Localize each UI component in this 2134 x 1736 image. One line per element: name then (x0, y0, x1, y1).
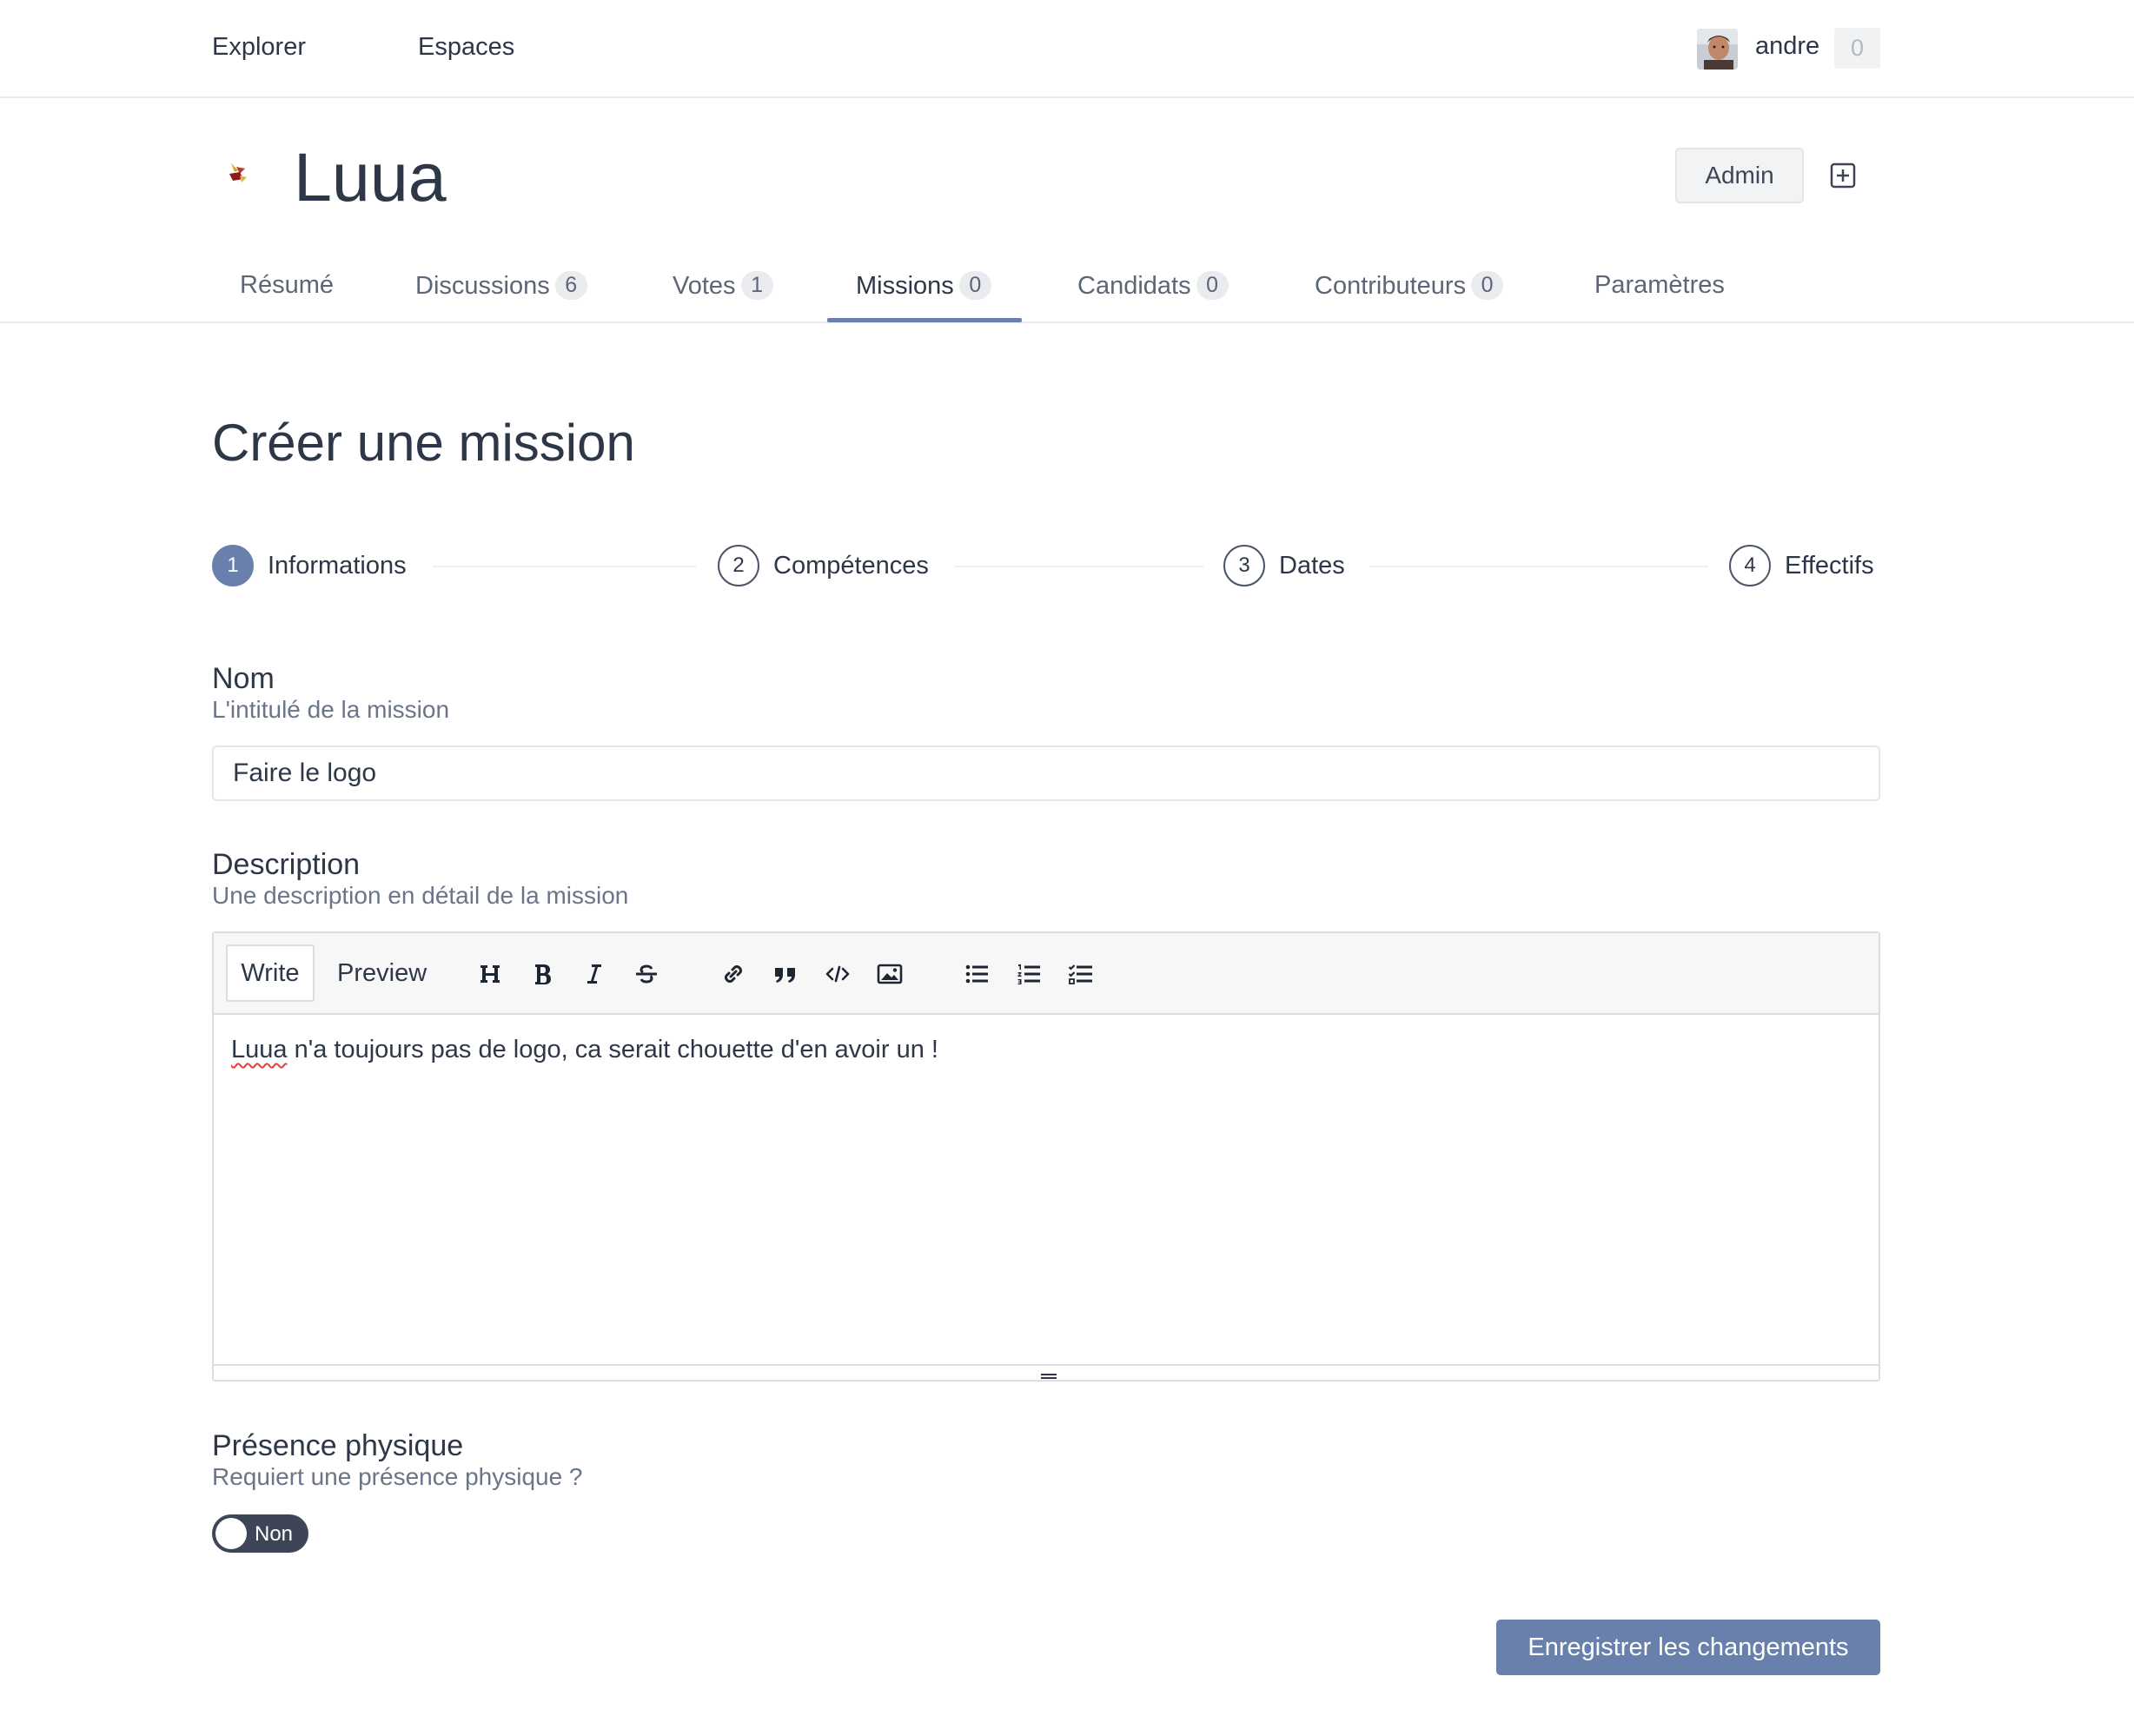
tab-count-badge: 0 (1471, 271, 1504, 300)
tab-label: Paramètres (1594, 271, 1725, 299)
name-label: Nom (212, 662, 275, 695)
tab-missions[interactable]: Missions 0 (856, 271, 991, 323)
image-icon[interactable] (874, 959, 905, 991)
unordered-list-icon[interactable] (961, 959, 992, 991)
italic-icon[interactable] (579, 959, 610, 991)
tab-label: Votes (673, 272, 736, 300)
name-help: L'intitulé de la mission (212, 696, 450, 723)
step-number: 4 (1729, 545, 1771, 586)
step-connector (433, 566, 696, 567)
tab-contributeurs[interactable]: Contributeurs 0 (1315, 271, 1504, 323)
space-title: Luua (294, 138, 447, 215)
tab-count-badge: 0 (1196, 271, 1229, 300)
step-label: Compétences (773, 552, 929, 580)
bold-icon[interactable] (527, 959, 558, 991)
space-logo-icon (224, 158, 252, 186)
presence-toggle[interactable]: Non (212, 1514, 308, 1553)
toggle-knob (215, 1518, 247, 1549)
tab-resume[interactable]: Résumé (240, 271, 334, 323)
description-help: Une description en détail de la mission (212, 882, 629, 909)
username[interactable]: andre (1755, 32, 1819, 61)
page-title: Créer une mission (212, 414, 635, 472)
tab-label: Contributeurs (1315, 272, 1467, 300)
tab-label: Missions (856, 272, 954, 300)
description-text: n'a toujours pas de logo, ca serait chou… (287, 1036, 938, 1063)
nav-espaces-link[interactable]: Espaces (418, 33, 514, 62)
tab-parametres[interactable]: Paramètres (1594, 271, 1725, 323)
step-label: Informations (268, 552, 407, 580)
admin-button[interactable]: Admin (1675, 148, 1804, 203)
step-connector (955, 566, 1203, 567)
top-navbar: Explorer Espaces andre 0 (0, 0, 2134, 98)
tab-label: Discussions (415, 272, 550, 300)
heading-icon[interactable] (474, 959, 506, 991)
editor-toolbar: Write Preview (214, 933, 1879, 1015)
notification-count[interactable]: 0 (1834, 28, 1880, 69)
tab-candidats[interactable]: Candidats 0 (1077, 271, 1229, 323)
step-label: Dates (1279, 552, 1345, 580)
description-label: Description (212, 848, 361, 881)
step-number: 2 (718, 545, 759, 586)
tab-label: Candidats (1077, 272, 1191, 300)
checklist-icon[interactable] (1065, 959, 1097, 991)
write-tab[interactable]: Write (226, 944, 315, 1002)
toggle-state-label: Non (255, 1522, 294, 1546)
description-textarea[interactable]: Luua n'a toujours pas de logo, ca serait… (214, 1017, 1879, 1364)
mission-name-input[interactable] (212, 745, 1880, 801)
tab-discussions[interactable]: Discussions 6 (415, 271, 587, 323)
add-square-icon[interactable] (1830, 162, 1856, 189)
resize-grip-icon[interactable] (1041, 1374, 1057, 1379)
editor-resize-bar[interactable] (214, 1364, 1879, 1380)
markdown-editor: Write Preview Luua n'a toujours pas de l… (212, 931, 1880, 1382)
step-number: 3 (1223, 545, 1265, 586)
save-changes-button[interactable]: Enregistrer les changements (1496, 1620, 1880, 1675)
presence-help: Requiert une présence physique ? (212, 1463, 583, 1490)
quote-icon[interactable] (770, 959, 801, 991)
strikethrough-icon[interactable] (631, 959, 662, 991)
tab-votes[interactable]: Votes 1 (673, 271, 773, 323)
active-tab-indicator (827, 318, 1022, 322)
preview-tab[interactable]: Preview (337, 944, 427, 1002)
code-icon[interactable] (822, 959, 853, 991)
tab-label: Résumé (240, 271, 334, 299)
tab-count-badge: 1 (740, 271, 773, 300)
step-number: 1 (212, 545, 254, 586)
presence-label: Présence physique (212, 1429, 464, 1462)
link-icon[interactable] (718, 959, 749, 991)
tab-count-badge: 6 (554, 271, 587, 300)
nav-explorer-link[interactable]: Explorer (212, 33, 306, 62)
misspelled-word: Luua (231, 1036, 288, 1063)
ordered-list-icon[interactable] (1013, 959, 1044, 991)
tab-count-badge: 0 (958, 271, 991, 300)
step-label: Effectifs (1785, 552, 1874, 580)
step-connector (1369, 566, 1708, 567)
user-avatar[interactable] (1697, 29, 1738, 70)
space-tabs: Résumé Discussions 6 Votes 1 Missions 0 Can… (0, 261, 2134, 323)
